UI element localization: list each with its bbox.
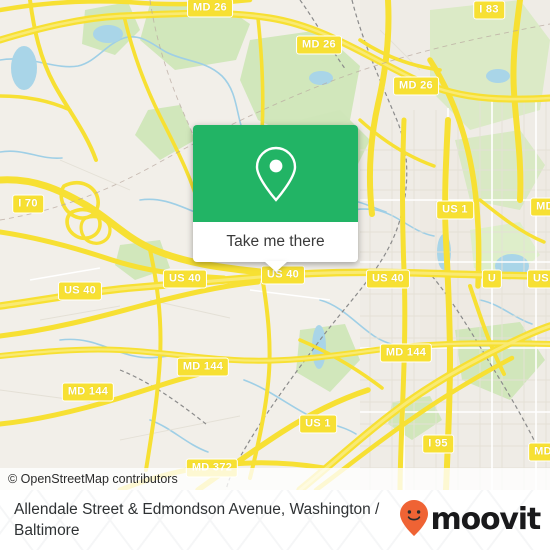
location-popup-card[interactable]: Take me there: [193, 125, 358, 272]
moovit-wordmark: moovit: [430, 502, 542, 537]
footer-bar: Allendale Street & Edmondson Avenue, Was…: [0, 490, 550, 550]
location-pin-outline-icon: [252, 145, 300, 203]
road-shield: MD 144: [379, 343, 433, 363]
road-shield: MD 144: [176, 357, 230, 377]
popup-pointer-tail: [263, 261, 288, 272]
road-shield: MD 26: [187, 0, 233, 18]
moovit-logo[interactable]: moovit: [399, 499, 542, 542]
road-shield: MD 26: [393, 76, 439, 96]
road-shield: US 1: [299, 414, 337, 434]
road-shield: US: [527, 269, 550, 289]
road-shield: I 70: [12, 194, 44, 214]
road-shield: US 40: [162, 269, 208, 289]
moovit-smiley-pin-icon: [399, 499, 429, 542]
place-title: Allendale Street & Edmondson Avenue, Was…: [14, 501, 380, 539]
road-shield: US 1: [436, 200, 474, 220]
road-shield: MD: [530, 197, 550, 217]
attribution-text: © OpenStreetMap contributors: [8, 472, 178, 486]
map-attribution[interactable]: © OpenStreetMap contributors: [0, 468, 550, 490]
road-shield: I 95: [422, 434, 454, 454]
road-shield: I 83: [473, 0, 505, 20]
road-shield: MD 144: [61, 382, 115, 402]
road-shield: US 40: [57, 281, 103, 301]
road-shield: US 40: [365, 269, 411, 289]
take-me-there-label: Take me there: [226, 233, 325, 250]
map-screenshot: .road-major{stroke:#f7e033;stroke-lineca…: [0, 0, 550, 550]
road-shield: U: [481, 269, 503, 289]
road-shield: MD 26: [296, 35, 342, 55]
road-shield: MD: [528, 442, 550, 462]
popup-action-row[interactable]: Take me there: [193, 222, 358, 272]
popup-header: [193, 125, 358, 222]
